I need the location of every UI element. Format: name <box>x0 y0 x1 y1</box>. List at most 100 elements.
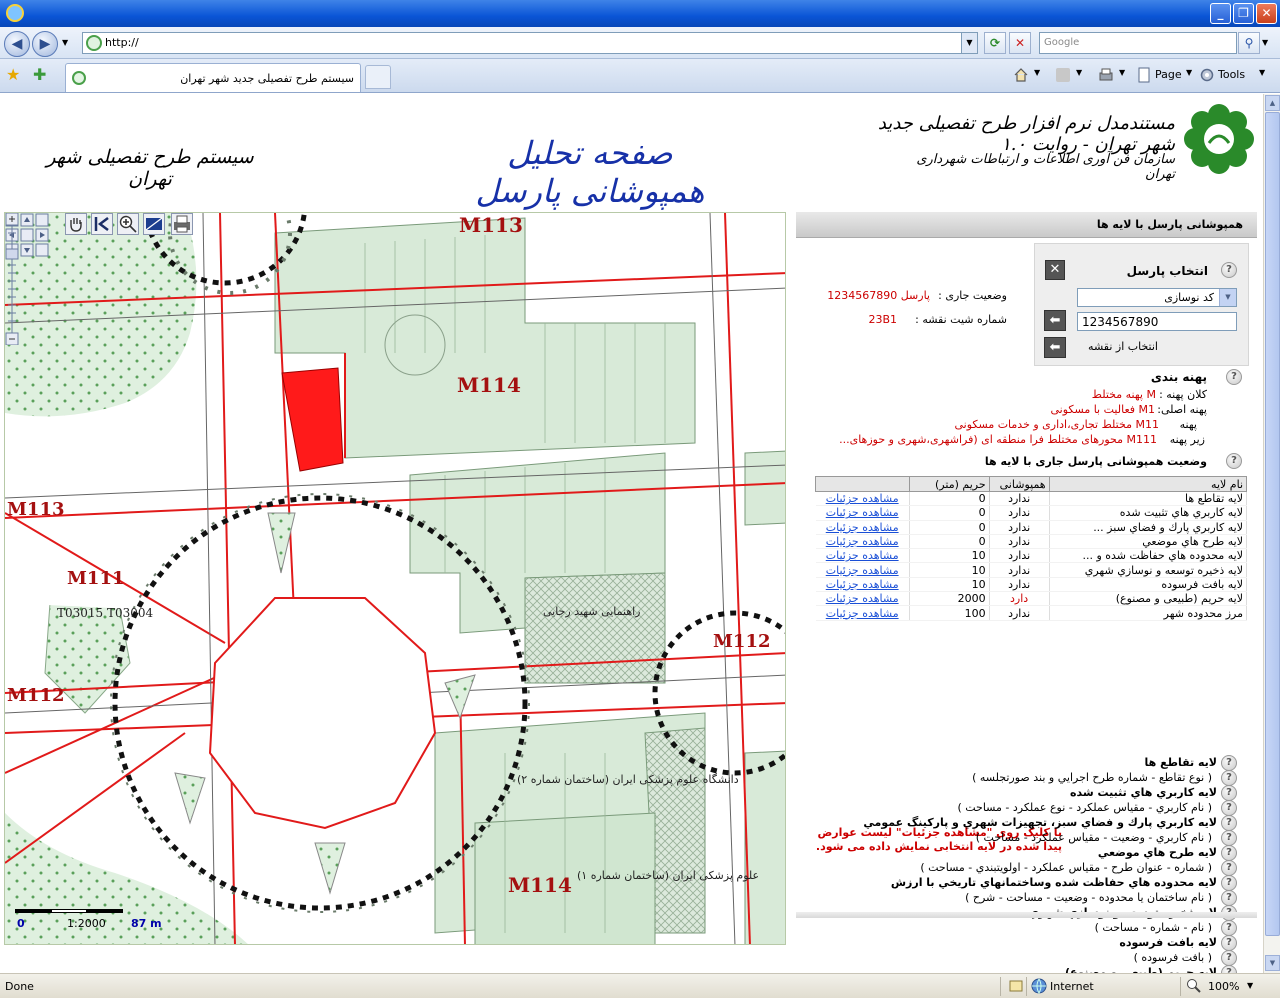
details-cell: مشاهده جزئیات <box>815 491 910 507</box>
layer-view-icon[interactable] <box>143 213 165 235</box>
address-bar[interactable]: http:// ▼ <box>82 32 978 54</box>
favorites-star-icon[interactable]: ★ <box>6 67 20 83</box>
close-window-button[interactable]: ✕ <box>1256 3 1277 24</box>
zoom-slider[interactable] <box>5 213 19 345</box>
panel-footer <box>796 912 1257 918</box>
view-details-link[interactable]: مشاهده جزئیات <box>826 564 899 577</box>
help-icon[interactable]: ? <box>1221 800 1237 816</box>
vertical-scrollbar[interactable]: ▲ ▼ <box>1263 94 1280 973</box>
tools-dropdown-icon[interactable]: ▼ <box>1259 68 1265 77</box>
select-from-map-button[interactable]: ⬅ <box>1044 337 1066 358</box>
view-details-link[interactable]: مشاهده جزئیات <box>826 592 899 605</box>
map-view[interactable]: M113 M114 M113 M111 M112 M112 M114 T0301… <box>4 212 786 945</box>
minimize-button[interactable]: _ <box>1210 3 1231 24</box>
page-dropdown-icon[interactable]: ▼ <box>1186 68 1192 77</box>
tab-title: سیستم طرح تفصیلی جدید شهر تهران <box>180 72 354 85</box>
parcel-code-input[interactable]: 1234567890 <box>1077 312 1237 331</box>
help-icon[interactable]: ? <box>1221 755 1237 771</box>
help-icon[interactable]: ? <box>1221 920 1237 936</box>
help-icon[interactable]: ? <box>1221 770 1237 786</box>
layer-name-cell: لایه طرح هاي موضعي <box>1049 534 1248 550</box>
layer-name-cell: لایه کاربري هاي تثبيت شده <box>1049 505 1248 521</box>
home-icon[interactable] <box>1013 67 1029 83</box>
refresh-button[interactable]: ⟳ <box>984 32 1006 54</box>
buffer-cell: 10 <box>909 577 990 593</box>
address-dropdown-icon[interactable]: ▼ <box>961 33 977 53</box>
table-header-row: نام لایه همپوشانی حریم (متر) <box>815 476 1248 492</box>
gear-icon[interactable] <box>1199 67 1215 83</box>
column-header: نام لایه <box>1048 476 1248 492</box>
view-details-link[interactable]: مشاهده جزئیات <box>826 578 899 591</box>
view-details-link[interactable]: مشاهده جزئیات <box>826 549 899 562</box>
details-cell: مشاهده جزئیات <box>815 577 910 593</box>
help-icon[interactable]: ? <box>1221 950 1237 966</box>
details-cell: مشاهده جزئیات <box>815 591 910 607</box>
back-button[interactable]: ◀ <box>4 31 30 57</box>
help-icon[interactable]: ? <box>1221 890 1237 906</box>
clear-selection-button[interactable]: ✕ <box>1045 260 1065 280</box>
new-tab-button[interactable] <box>365 65 391 89</box>
print-icon[interactable] <box>1098 67 1114 83</box>
help-icon[interactable]: ? <box>1221 815 1237 831</box>
help-icon[interactable]: ? <box>1221 785 1237 801</box>
page-menu[interactable]: Page <box>1155 68 1182 81</box>
zoom-dropdown-icon[interactable]: ▼ <box>1247 981 1253 990</box>
navigation-bar: ◀ ▶ ▼ http:// ▼ ⟳ ✕ Google ⚲ ▼ <box>0 27 1280 59</box>
print-dropdown-icon[interactable]: ▼ <box>1119 68 1125 77</box>
history-dropdown-icon[interactable]: ▼ <box>62 38 68 47</box>
tab-page-icon <box>72 71 86 85</box>
search-parcel-button[interactable]: ⬅ <box>1044 310 1066 331</box>
help-icon[interactable]: ? <box>1221 860 1237 876</box>
current-status-value: پارسل 1234567890 <box>827 289 930 302</box>
select-from-map-label[interactable]: انتخاب از نقشه <box>1088 340 1158 353</box>
full-extent-icon[interactable] <box>91 213 113 235</box>
details-cell: مشاهده جزئیات <box>815 562 910 578</box>
zoom-in-icon[interactable] <box>117 213 139 235</box>
print-map-icon[interactable] <box>171 213 193 235</box>
table-row: مرز محدوده شهر ندارد 100 مشاهده جزئیات <box>815 605 1248 621</box>
scroll-down-icon[interactable]: ▼ <box>1265 955 1280 971</box>
table-row: لایه کاربري پارك و فضاي سبز ... ندارد 0 مشا… <box>815 520 1248 535</box>
view-details-link[interactable]: مشاهده جزئیات <box>826 535 899 548</box>
help-icon[interactable]: ? <box>1221 845 1237 861</box>
help-icon[interactable]: ? <box>1221 830 1237 846</box>
help-icon[interactable]: ? <box>1221 262 1237 278</box>
window-titlebar: _ ❐ ✕ <box>0 0 1280 27</box>
scroll-thumb[interactable] <box>1265 112 1280 936</box>
search-type-dropdown[interactable]: کد نوسازی ▼ <box>1077 288 1237 307</box>
pan-hand-icon[interactable] <box>65 213 87 235</box>
maximize-button[interactable]: ❐ <box>1233 3 1254 24</box>
scale-segment <box>51 909 87 913</box>
tools-menu[interactable]: Tools <box>1218 68 1245 81</box>
home-dropdown-icon[interactable]: ▼ <box>1034 68 1040 77</box>
help-icon[interactable]: ? <box>1221 965 1237 973</box>
view-details-link[interactable]: مشاهده جزئیات <box>826 506 899 519</box>
help-icon[interactable]: ? <box>1226 453 1242 469</box>
page-icon[interactable] <box>1136 67 1152 83</box>
view-details-link[interactable]: مشاهده جزئیات <box>826 521 899 534</box>
search-icon[interactable]: ⚲ <box>1238 32 1260 54</box>
feeds-icon[interactable] <box>1055 67 1071 83</box>
zoom-icon[interactable] <box>1186 978 1202 994</box>
select-parcel-heading: انتخاب پارسل <box>1126 264 1208 278</box>
chevron-down-icon[interactable]: ▼ <box>1219 289 1236 306</box>
search-input[interactable]: Google <box>1039 32 1237 54</box>
feeds-dropdown-icon[interactable]: ▼ <box>1076 68 1082 77</box>
zoom-level[interactable]: 100% <box>1208 980 1239 993</box>
forward-button[interactable]: ▶ <box>32 31 58 57</box>
help-icon[interactable]: ? <box>1221 875 1237 891</box>
search-options-icon[interactable]: ▼ <box>1262 38 1268 47</box>
view-details-link[interactable]: مشاهده جزئیات <box>826 607 899 620</box>
help-icon[interactable]: ? <box>1221 935 1237 951</box>
view-details-link[interactable]: مشاهده جزئیات <box>826 492 899 505</box>
add-favorites-icon[interactable]: ✚ <box>33 67 46 83</box>
place-label-rajaee: راهنمایی شهید رجایی <box>543 605 641 618</box>
scroll-up-icon[interactable]: ▲ <box>1265 95 1280 111</box>
help-icon[interactable]: ? <box>1226 369 1242 385</box>
address-input[interactable]: http:// <box>105 36 139 49</box>
status-bar: Done Internet 100% ▼ <box>0 973 1280 998</box>
overlap-status-cell: دارد <box>989 591 1050 607</box>
stop-button[interactable]: ✕ <box>1009 32 1031 54</box>
table-row: لایه محدوده هاي حفاظت شده و ... ندارد 10 مش… <box>815 548 1248 564</box>
tab-current[interactable]: سیستم طرح تفصیلی جدید شهر تهران <box>65 63 361 92</box>
